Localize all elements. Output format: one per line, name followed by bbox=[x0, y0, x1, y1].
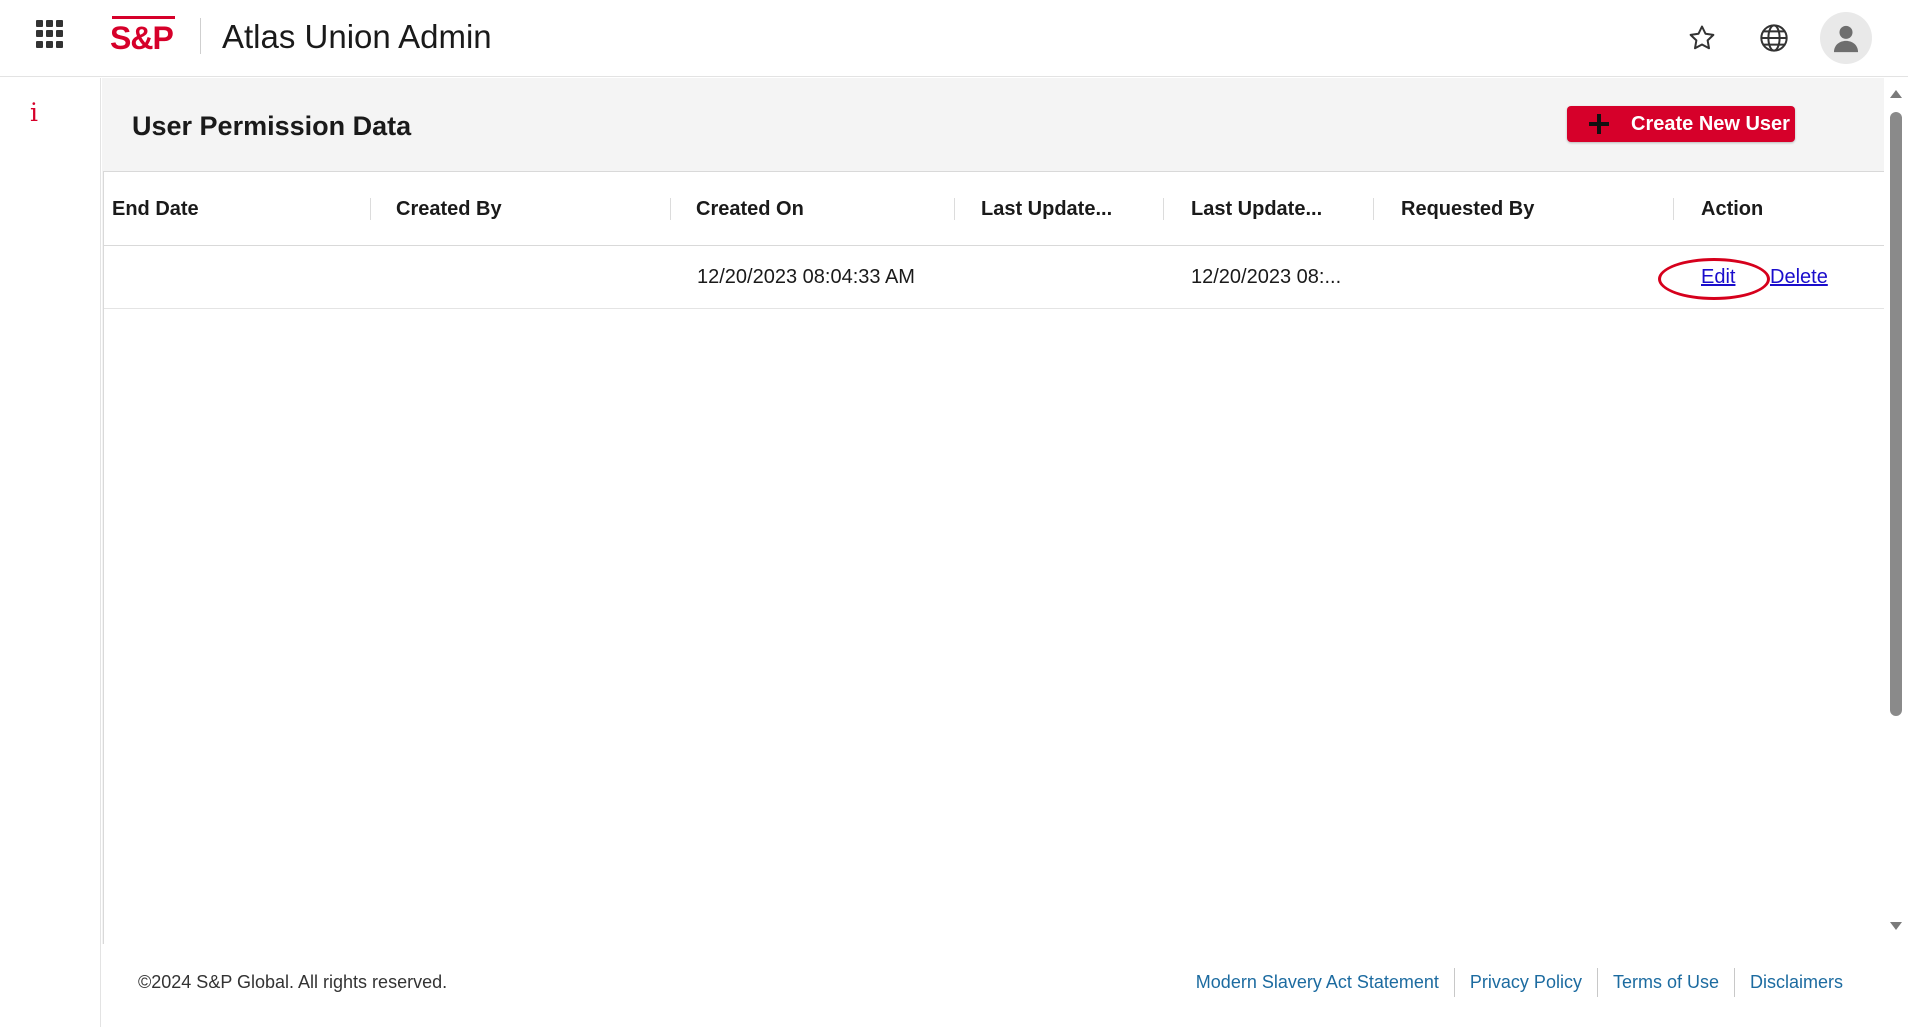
footer-link-modern-slavery[interactable]: Modern Slavery Act Statement bbox=[1181, 968, 1454, 997]
column-separator[interactable] bbox=[370, 198, 371, 220]
top-header: S&P Atlas Union Admin bbox=[0, 0, 1908, 77]
logo-bar bbox=[112, 16, 175, 19]
column-separator[interactable] bbox=[1673, 198, 1674, 220]
delete-link[interactable]: Delete bbox=[1770, 246, 1828, 309]
column-separator[interactable] bbox=[1373, 198, 1374, 220]
apps-grid-icon[interactable] bbox=[36, 20, 64, 48]
edit-link[interactable]: Edit bbox=[1701, 246, 1735, 309]
logo-text: S&P bbox=[110, 20, 174, 56]
column-separator[interactable] bbox=[1163, 198, 1164, 220]
column-separator[interactable] bbox=[954, 198, 955, 220]
column-separator[interactable] bbox=[670, 198, 671, 220]
vertical-scrollbar[interactable] bbox=[1884, 78, 1908, 944]
footer-link-terms-of-use[interactable]: Terms of Use bbox=[1596, 968, 1734, 997]
info-icon[interactable]: i bbox=[30, 98, 46, 127]
column-header-last-updated-on[interactable]: Last Update... bbox=[1191, 172, 1322, 246]
copyright-text: ©2024 S&P Global. All rights reserved. bbox=[138, 972, 448, 992]
scroll-down-arrow-icon[interactable] bbox=[1890, 922, 1902, 930]
content-panel: User Permission Data Create New User End… bbox=[102, 78, 1885, 944]
column-header-created-by[interactable]: Created By bbox=[396, 172, 502, 246]
left-rail: i bbox=[0, 78, 101, 1027]
table-header: End Date Created By Created On Last Upda… bbox=[104, 172, 1884, 246]
cell-created-on: 12/20/2023 08:04:33 AM bbox=[697, 266, 915, 288]
scroll-thumb[interactable] bbox=[1890, 112, 1902, 716]
footer-links: Modern Slavery Act Statement Privacy Pol… bbox=[1181, 968, 1858, 997]
footer-link-privacy-policy[interactable]: Privacy Policy bbox=[1453, 968, 1597, 997]
user-avatar-icon[interactable] bbox=[1820, 12, 1872, 64]
page-title: User Permission Data bbox=[132, 111, 412, 141]
create-new-user-label: Create New User bbox=[1631, 112, 1790, 135]
sp-logo[interactable]: S&P bbox=[110, 16, 177, 56]
create-new-user-button[interactable]: Create New User bbox=[1567, 106, 1795, 142]
column-header-requested-by[interactable]: Requested By bbox=[1401, 172, 1534, 246]
header-divider bbox=[200, 18, 201, 54]
star-icon[interactable] bbox=[1682, 18, 1722, 58]
app-title: Atlas Union Admin bbox=[222, 18, 492, 55]
globe-icon[interactable] bbox=[1754, 18, 1794, 58]
column-header-last-updated-by[interactable]: Last Update... bbox=[981, 172, 1112, 246]
column-header-action: Action bbox=[1701, 198, 1764, 220]
plus-icon bbox=[1589, 114, 1609, 134]
cell-last-updated-on: 12/20/2023 08:... bbox=[1191, 266, 1342, 288]
footer-link-disclaimers[interactable]: Disclaimers bbox=[1733, 968, 1858, 997]
scroll-up-arrow-icon[interactable] bbox=[1890, 90, 1902, 98]
column-header-created-on[interactable]: Created On bbox=[696, 172, 804, 246]
table-row[interactable]: 12/20/2023 08:04:33 AM 12/20/2023 08:...… bbox=[104, 246, 1884, 309]
column-header-end-date[interactable]: End Date bbox=[112, 172, 199, 246]
page-footer: ©2024 S&P Global. All rights reserved. M… bbox=[102, 944, 1908, 1027]
permissions-table: End Date Created By Created On Last Upda… bbox=[103, 171, 1885, 944]
